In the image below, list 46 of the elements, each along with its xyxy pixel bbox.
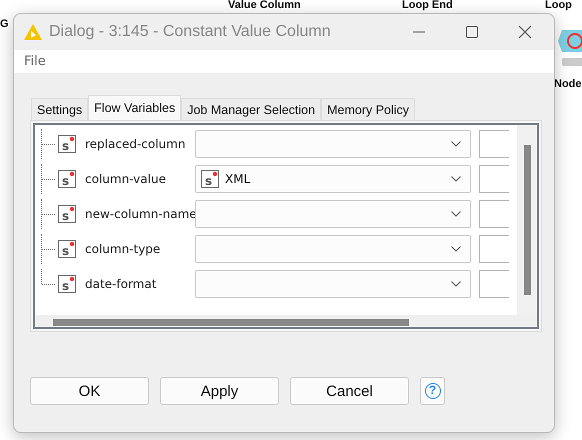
dropdown-value: XML xyxy=(225,172,250,186)
node-label: G xyxy=(0,18,9,31)
variable-dropdown[interactable]: s XML xyxy=(195,165,471,193)
tab[interactable]: Settings xyxy=(31,98,88,120)
tab[interactable]: Flow Variables xyxy=(88,95,182,120)
horizontal-scrollbar[interactable] xyxy=(33,315,539,329)
node-label: Loop End xyxy=(402,0,453,12)
vertical-scrollbar[interactable] xyxy=(517,125,537,315)
variable-name: date-format xyxy=(85,277,158,291)
tab[interactable]: Job Manager Selection xyxy=(181,98,322,120)
chevron-down-icon xyxy=(451,281,461,287)
variable-name: new-column-name xyxy=(85,207,195,221)
string-variable-icon: s xyxy=(58,205,76,223)
variable-dropdown[interactable] xyxy=(195,130,471,158)
window-title: Dialog - 3:145 - Constant Value Column xyxy=(49,23,331,41)
string-variable-icon: s xyxy=(58,275,76,293)
string-variable-icon: s xyxy=(201,170,219,188)
menu-item[interactable]: File xyxy=(24,54,46,69)
tab[interactable]: Memory Policy xyxy=(321,98,416,120)
node-label: Value Column xyxy=(228,0,301,12)
variable-name: column-type xyxy=(85,242,162,256)
variable-dropdown[interactable] xyxy=(195,200,471,228)
string-variable-icon: s xyxy=(58,240,76,258)
chevron-down-icon xyxy=(451,141,461,147)
variable-name: column-value xyxy=(85,172,167,186)
input-field[interactable] xyxy=(479,270,509,298)
node-label: Loop xyxy=(545,0,572,12)
variable-dropdown[interactable] xyxy=(195,235,471,263)
input-field[interactable] xyxy=(479,130,509,158)
string-variable-icon: s xyxy=(58,170,76,188)
input-field[interactable] xyxy=(479,235,509,263)
dialog-button[interactable]: Cancel xyxy=(290,377,409,405)
close-icon[interactable] xyxy=(518,25,532,39)
node-label: Node xyxy=(554,78,582,91)
variable-dropdown[interactable] xyxy=(195,270,471,298)
string-variable-icon: s xyxy=(58,135,76,153)
dialog-button[interactable]: Apply xyxy=(160,377,279,405)
warning-triangle-icon xyxy=(23,23,43,41)
variable-name: replaced-column xyxy=(85,137,186,151)
chevron-down-icon xyxy=(451,176,461,182)
input-field[interactable] xyxy=(479,200,509,228)
maximize-icon[interactable] xyxy=(466,26,478,38)
chevron-down-icon xyxy=(451,211,461,217)
input-field[interactable] xyxy=(479,165,509,193)
dialog-button[interactable]: OK xyxy=(30,377,149,405)
chevron-down-icon xyxy=(451,246,461,252)
